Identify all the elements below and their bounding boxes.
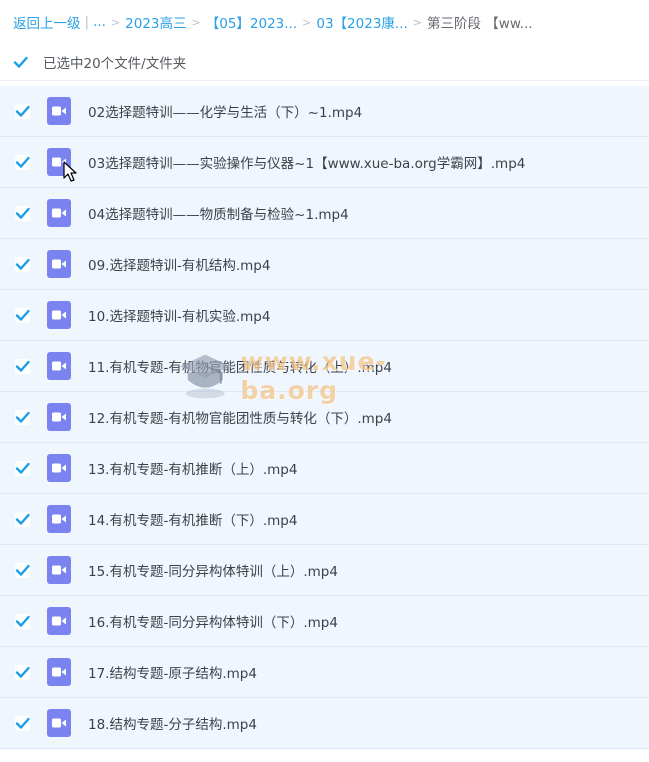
chevron-right-icon: > [110, 15, 121, 29]
file-row[interactable]: 16.有机专题-同分异构体特训（下）.mp4 [0, 596, 649, 647]
file-checkbox[interactable] [15, 307, 30, 323]
file-row[interactable]: 14.有机专题-有机推断（下）.mp4 [0, 494, 649, 545]
breadcrumb-ellipsis[interactable]: ... [93, 14, 106, 30]
video-file-icon [47, 199, 71, 227]
file-name[interactable]: 02选择题特训——化学与生活（下）~1.mp4 [88, 101, 362, 121]
file-checkbox[interactable] [15, 103, 30, 119]
video-file-icon [47, 250, 71, 278]
video-file-icon [47, 301, 71, 329]
file-name[interactable]: 04选择题特训——物质制备与检验~1.mp4 [88, 203, 349, 223]
file-row[interactable]: 09.选择题特训-有机结构.mp4 [0, 239, 649, 290]
file-name[interactable]: 16.有机专题-同分异构体特训（下）.mp4 [88, 611, 338, 631]
file-checkbox[interactable] [15, 256, 30, 272]
file-row[interactable]: 18.结构专题-分子结构.mp4 [0, 698, 649, 749]
file-name[interactable]: 03选择题特训——实验操作与仪器~1【www.xue-ba.org学霸网】.mp… [88, 152, 525, 172]
file-checkbox[interactable] [15, 409, 30, 425]
file-checkbox[interactable] [15, 358, 30, 374]
file-name[interactable]: 09.选择题特训-有机结构.mp4 [88, 254, 270, 274]
video-file-icon [47, 148, 71, 176]
selection-count-label: 已选中20个文件/文件夹 [43, 56, 187, 72]
breadcrumb-current: 第三阶段 【ww... [427, 16, 533, 32]
file-row[interactable]: 15.有机专题-同分异构体特训（上）.mp4 [0, 545, 649, 596]
file-checkbox[interactable] [15, 613, 30, 629]
video-file-icon [47, 505, 71, 533]
file-checkbox[interactable] [15, 154, 30, 170]
file-checkbox[interactable] [15, 715, 30, 731]
file-row[interactable]: 04选择题特训——物质制备与检验~1.mp4 [0, 188, 649, 239]
breadcrumb: 返回上一级 | ... > 2023高三 > 【05】2023... > 03【… [0, 0, 649, 44]
back-link[interactable]: 返回上一级 [13, 12, 81, 32]
file-name[interactable]: 14.有机专题-有机推断（下）.mp4 [88, 509, 297, 529]
file-name[interactable]: 17.结构专题-原子结构.mp4 [88, 662, 257, 682]
chevron-right-icon: > [412, 15, 423, 29]
file-name[interactable]: 13.有机专题-有机推断（上）.mp4 [88, 458, 297, 478]
selection-bar: 已选中20个文件/文件夹 [0, 44, 649, 81]
video-file-icon [47, 556, 71, 584]
chevron-right-icon: > [191, 15, 201, 29]
video-file-icon [47, 97, 71, 125]
file-name[interactable]: 10.选择题特训-有机实验.mp4 [88, 305, 270, 325]
breadcrumb-item[interactable]: 【05】2023... [206, 12, 297, 32]
file-checkbox[interactable] [15, 664, 30, 680]
file-list: 02选择题特训——化学与生活（下）~1.mp4 03选择题特训——实验操作与仪器~… [0, 86, 649, 749]
file-row[interactable]: 12.有机专题-有机物官能团性质与转化（下）.mp4 [0, 392, 649, 443]
file-checkbox[interactable] [15, 460, 30, 476]
file-row[interactable]: 03选择题特训——实验操作与仪器~1【www.xue-ba.org学霸网】.mp… [0, 137, 649, 188]
file-row[interactable]: 02选择题特训——化学与生活（下）~1.mp4 [0, 86, 649, 137]
file-row[interactable]: 11.有机专题-有机物官能团性质与转化（上）.mp4 [0, 341, 649, 392]
file-name[interactable]: 11.有机专题-有机物官能团性质与转化（上）.mp4 [88, 356, 392, 376]
select-all-checkbox[interactable] [13, 54, 28, 70]
file-checkbox[interactable] [15, 562, 30, 578]
file-row[interactable]: 13.有机专题-有机推断（上）.mp4 [0, 443, 649, 494]
breadcrumb-separator: | [84, 14, 90, 30]
file-row[interactable]: 17.结构专题-原子结构.mp4 [0, 647, 649, 698]
video-file-icon [47, 658, 71, 686]
file-name[interactable]: 18.结构专题-分子结构.mp4 [88, 713, 257, 733]
video-file-icon [47, 352, 71, 380]
file-name[interactable]: 12.有机专题-有机物官能团性质与转化（下）.mp4 [88, 407, 392, 427]
video-file-icon [47, 607, 71, 635]
video-file-icon [47, 709, 71, 737]
chevron-right-icon: > [302, 15, 312, 29]
breadcrumb-item[interactable]: 03【2023康... [316, 12, 407, 32]
file-checkbox[interactable] [15, 205, 30, 221]
file-name[interactable]: 15.有机专题-同分异构体特训（上）.mp4 [88, 560, 338, 580]
video-file-icon [47, 454, 71, 482]
file-checkbox[interactable] [15, 511, 30, 527]
video-file-icon [47, 403, 71, 431]
breadcrumb-item[interactable]: 2023高三 [125, 12, 186, 32]
file-row[interactable]: 10.选择题特训-有机实验.mp4 [0, 290, 649, 341]
